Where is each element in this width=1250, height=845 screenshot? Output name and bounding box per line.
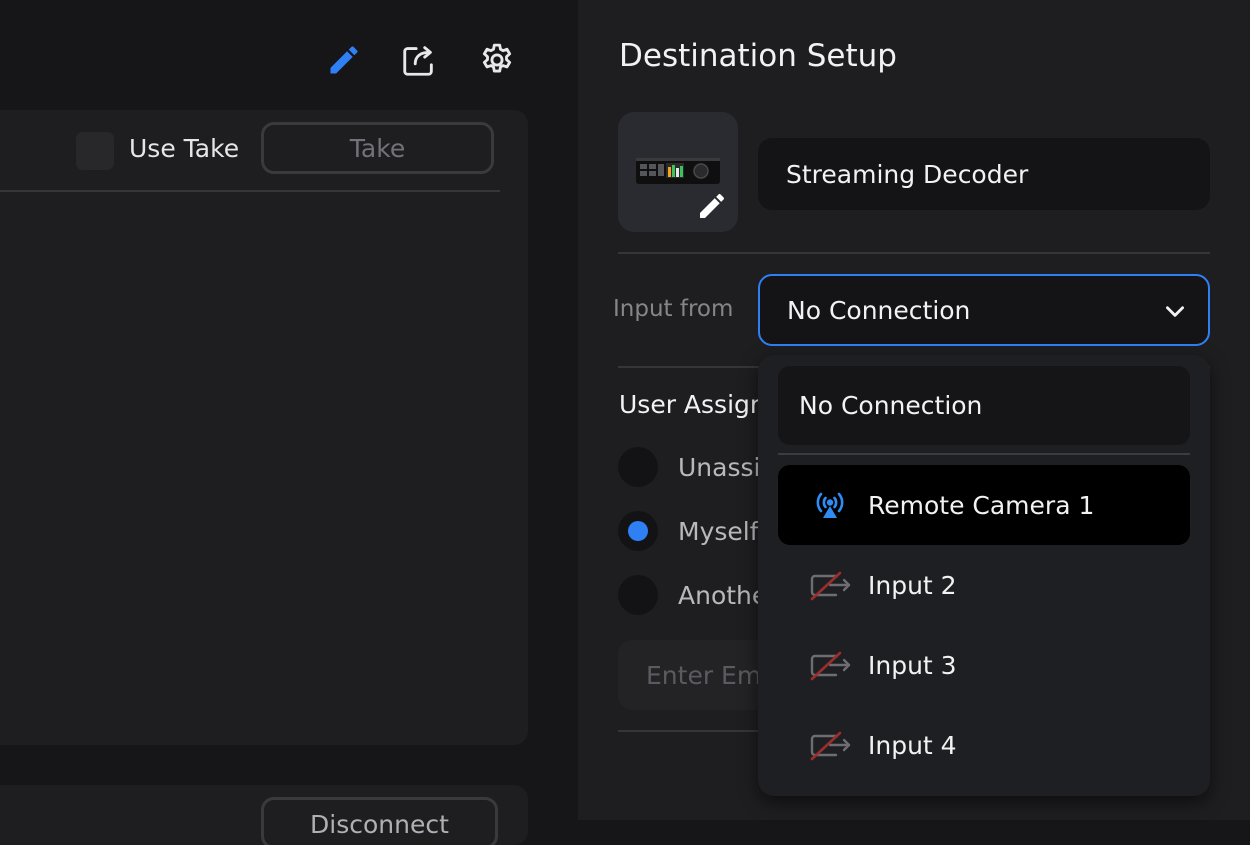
divider [618, 252, 1210, 254]
option-label: Input 2 [868, 570, 957, 600]
radio-selected-dot [628, 521, 648, 541]
input-disabled-icon [810, 651, 851, 681]
input-from-select[interactable]: No Connection [758, 274, 1210, 346]
dropdown-divider [778, 453, 1190, 455]
gear-icon[interactable] [478, 40, 516, 80]
input-disabled-icon [810, 731, 851, 761]
panel-title: Destination Setup [619, 38, 897, 74]
input-from-value: No Connection [787, 295, 971, 325]
input-from-label: Input from [613, 296, 734, 322]
option-input-2[interactable]: Input 2 [778, 545, 1190, 625]
radio-label-another: Anothe [678, 581, 768, 610]
radio-myself[interactable] [618, 511, 658, 551]
option-no-connection[interactable]: No Connection [778, 366, 1190, 445]
option-remote-camera-1[interactable]: Remote Camera 1 [778, 465, 1190, 545]
share-icon[interactable] [400, 40, 438, 80]
edit-thumbnail-icon[interactable] [696, 190, 728, 222]
option-input-3[interactable]: Input 3 [778, 625, 1190, 705]
radio-unassigned[interactable] [618, 447, 658, 487]
radio-label-myself: Myself [678, 517, 759, 546]
option-input-4[interactable]: Input 4 [778, 705, 1190, 785]
lower-card: Disconnect [0, 785, 528, 845]
input-disabled-icon [810, 571, 851, 601]
input-dropdown-menu: No Connection Remote Camera 1 Input 2 In… [758, 355, 1210, 796]
disconnect-button[interactable]: Disconnect [261, 797, 498, 845]
device-name-field[interactable]: Streaming Decoder [758, 138, 1210, 210]
option-label: Input 3 [868, 650, 957, 680]
left-pane: Use Take Take Disconnect [0, 0, 578, 845]
option-label: Remote Camera 1 [868, 490, 1095, 520]
option-label: Input 4 [868, 730, 957, 760]
pencil-icon[interactable] [325, 40, 363, 80]
take-card: Use Take Take [0, 110, 528, 745]
card-divider [0, 190, 500, 192]
use-take-label: Use Take [129, 134, 240, 163]
remote-camera-icon [816, 492, 844, 518]
use-take-checkbox[interactable] [76, 132, 114, 170]
device-thumbnail[interactable] [618, 112, 738, 232]
user-assignment-title: User Assign [619, 390, 766, 419]
take-button[interactable]: Take [261, 122, 494, 174]
chevron-down-icon [1166, 306, 1184, 317]
radio-another[interactable] [618, 575, 658, 615]
